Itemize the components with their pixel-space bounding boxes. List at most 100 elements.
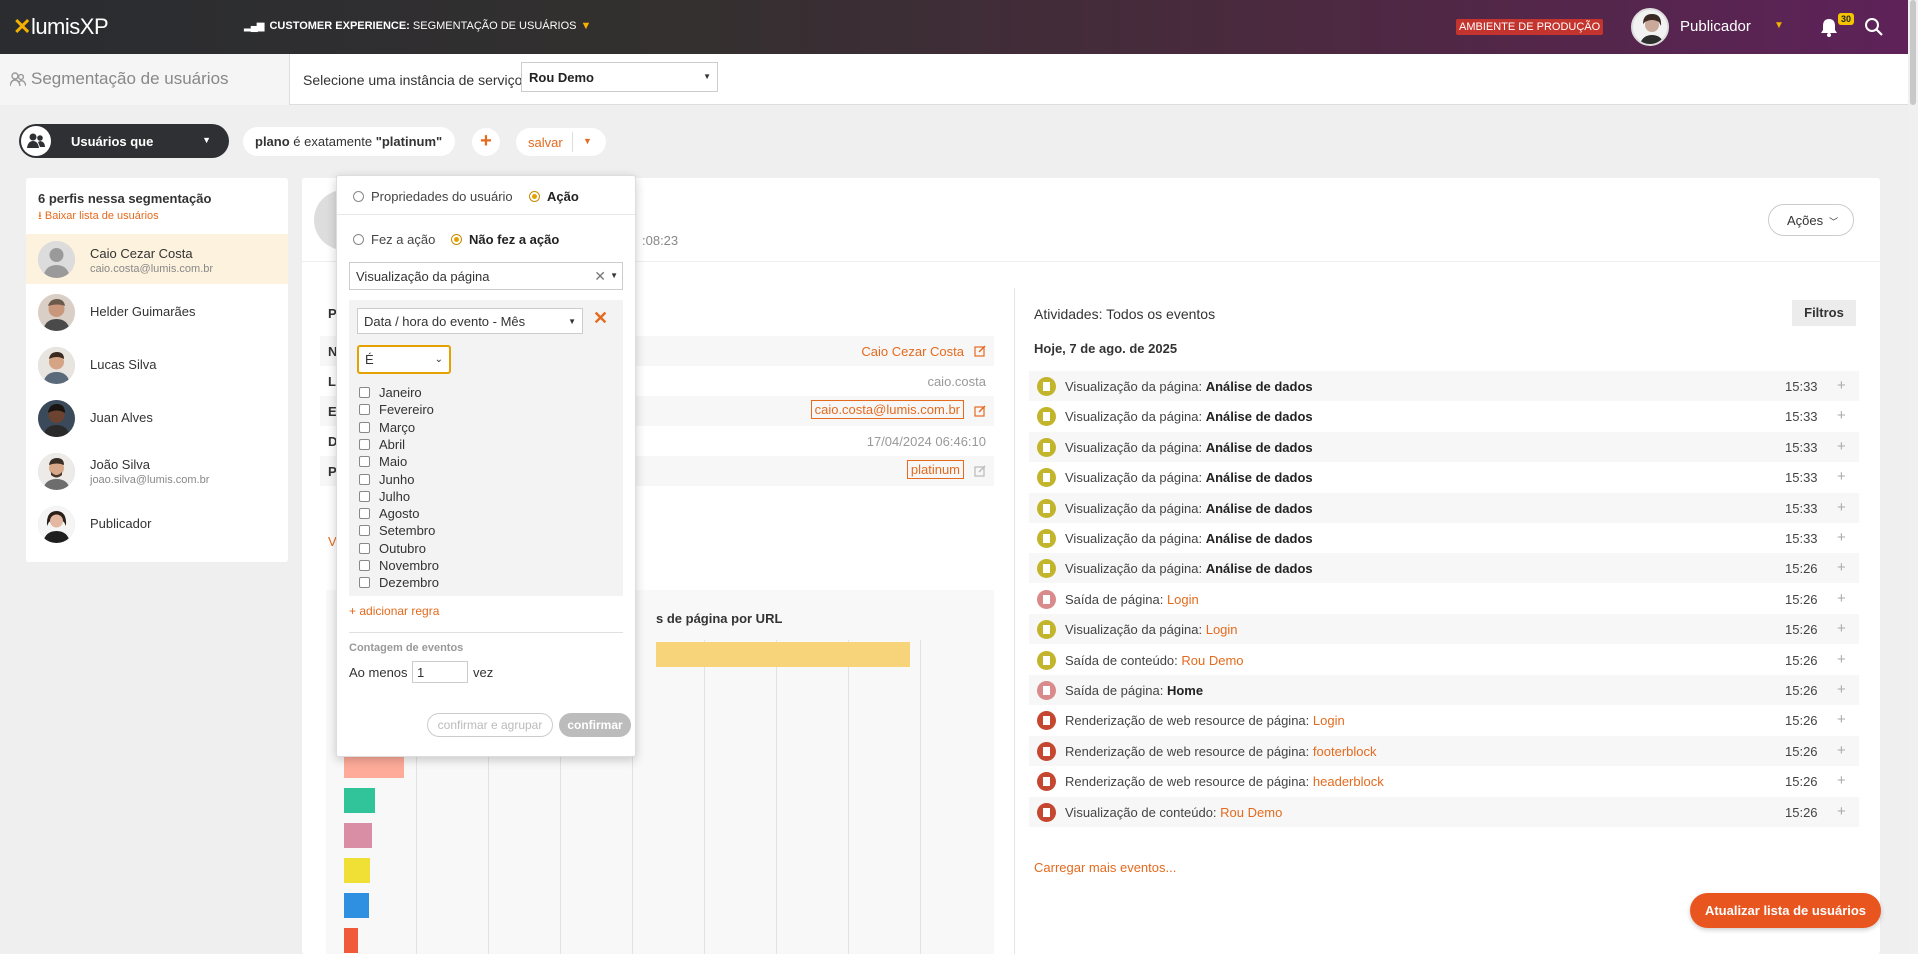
- users-who-dropdown[interactable]: Usuários que ▼: [19, 124, 229, 158]
- lumis-logo[interactable]: ✕lumisXP: [13, 14, 109, 40]
- save-options-caret-icon[interactable]: ▼: [583, 136, 592, 146]
- month-checkbox[interactable]: [359, 438, 370, 450]
- event-row[interactable]: Visualização da página: Análise de dados…: [1029, 492, 1859, 523]
- event-row[interactable]: Visualização da página: Análise de dados…: [1029, 371, 1859, 401]
- rule-pill[interactable]: plano é exatamente "platinum": [243, 127, 455, 156]
- not-did-action-label[interactable]: Não fez a ação: [469, 232, 559, 247]
- event-row[interactable]: Renderização de web resource de página: …: [1029, 705, 1859, 735]
- expand-event-icon[interactable]: +: [1837, 651, 1846, 668]
- month-checkbox[interactable]: [359, 560, 370, 571]
- user-list-item[interactable]: Publicador: [26, 499, 288, 549]
- did-action-radio[interactable]: [353, 234, 364, 245]
- did-action-label[interactable]: Fez a ação: [371, 232, 435, 247]
- event-field-select[interactable]: Data / hora do evento - Mês ▼: [357, 308, 583, 334]
- search-icon[interactable]: [1864, 17, 1884, 37]
- month-checkbox[interactable]: [359, 456, 370, 468]
- event-row[interactable]: Visualização da página: Análise de dados…: [1029, 462, 1859, 492]
- actions-button[interactable]: Ações ﹀: [1768, 204, 1854, 236]
- sub-header: Segmentação de usuários Selecione uma in…: [0, 54, 1908, 105]
- month-checkbox[interactable]: [359, 490, 370, 502]
- event-row[interactable]: Saída de página: Home 15:26 +: [1029, 675, 1859, 705]
- edit-icon[interactable]: [974, 405, 986, 417]
- event-row[interactable]: Visualização da página: Análise de dados…: [1029, 523, 1859, 553]
- clear-icon[interactable]: ✕: [594, 268, 606, 285]
- not-did-action-radio[interactable]: [451, 234, 462, 245]
- month-checkbox[interactable]: [359, 542, 370, 554]
- event-row[interactable]: Visualização da página: Login 15:26 +: [1029, 614, 1859, 645]
- breadcrumb-caret-icon[interactable]: ▼: [581, 20, 592, 32]
- user-name: Lucas Silva: [90, 357, 157, 372]
- add-rule-button[interactable]: +: [472, 128, 500, 156]
- expand-event-icon[interactable]: +: [1837, 499, 1846, 516]
- expand-event-icon[interactable]: +: [1837, 468, 1846, 485]
- add-rule-link[interactable]: + adicionar regra: [349, 604, 439, 618]
- month-label: Novembro: [379, 558, 439, 573]
- event-row[interactable]: Saída de conteúdo: Rou Demo 15:26 +: [1029, 645, 1859, 675]
- month-checkbox[interactable]: [359, 404, 370, 416]
- bell-icon[interactable]: [1818, 16, 1840, 38]
- save-button[interactable]: salvar: [528, 135, 563, 150]
- event-row[interactable]: Renderização de web resource de página: …: [1029, 735, 1859, 766]
- event-description: Visualização da página: Análise de dados: [1065, 439, 1313, 455]
- profiles-panel: 6 perfis nessa segmentação ⭳ Baixar list…: [26, 178, 288, 562]
- month-checkbox[interactable]: [359, 525, 370, 537]
- action-radio[interactable]: [529, 191, 540, 202]
- operator-select[interactable]: É ⌄: [357, 345, 451, 374]
- user-name[interactable]: Publicador: [1680, 18, 1751, 35]
- event-row[interactable]: Visualização da página: Análise de dados…: [1029, 553, 1859, 584]
- page-scrollbar[interactable]: [1908, 0, 1918, 954]
- load-more-events-link[interactable]: Carregar mais eventos...: [1034, 860, 1176, 875]
- event-count-input[interactable]: [412, 661, 468, 683]
- user-properties-radio[interactable]: [353, 191, 364, 202]
- update-users-list-button[interactable]: Atualizar lista de usuários: [1690, 893, 1881, 928]
- expand-event-icon[interactable]: +: [1837, 529, 1846, 546]
- event-row[interactable]: Renderização de web resource de página: …: [1029, 766, 1859, 796]
- user-avatar[interactable]: [1631, 8, 1669, 46]
- month-checkbox[interactable]: [359, 473, 370, 485]
- scrollbar-thumb[interactable]: [1910, 0, 1916, 105]
- remove-condition-icon[interactable]: ✕: [593, 308, 608, 329]
- month-checkbox[interactable]: [359, 387, 370, 398]
- expand-event-icon[interactable]: +: [1837, 742, 1846, 759]
- edit-icon[interactable]: [974, 345, 986, 357]
- expand-event-icon[interactable]: +: [1837, 407, 1846, 424]
- expand-event-icon[interactable]: +: [1837, 438, 1846, 455]
- expand-event-icon[interactable]: +: [1837, 620, 1846, 637]
- month-checkbox[interactable]: [359, 577, 370, 589]
- expand-event-icon[interactable]: +: [1837, 772, 1846, 789]
- month-checkbox[interactable]: [359, 421, 370, 433]
- user-list-item[interactable]: Helder Guimarães: [26, 287, 288, 337]
- event-row[interactable]: Saída de página: Login 15:26 +: [1029, 584, 1859, 614]
- confirm-button[interactable]: confirmar: [559, 713, 631, 737]
- event-row[interactable]: Visualização de conteúdo: Rou Demo 15:26 +: [1029, 796, 1859, 827]
- action-label[interactable]: Ação: [547, 189, 579, 204]
- user-properties-label[interactable]: Propriedades do usuário: [371, 189, 513, 204]
- event-row[interactable]: Visualização da página: Análise de dados…: [1029, 431, 1859, 462]
- action-type-select[interactable]: Visualização da página ✕ ▼: [349, 262, 623, 290]
- download-users-link[interactable]: ⭳ Baixar lista de usuários: [38, 207, 159, 226]
- event-type-icon: [1037, 559, 1056, 579]
- user-list-item[interactable]: Caio Cezar Costa caio.costa@lumis.com.br: [26, 234, 288, 284]
- user-list-item[interactable]: Juan Alves: [26, 393, 288, 443]
- expand-event-icon[interactable]: +: [1837, 711, 1846, 728]
- chevron-down-icon: ▼: [703, 72, 711, 81]
- expand-event-icon[interactable]: +: [1837, 681, 1846, 698]
- user-list-item[interactable]: João Silva joao.silva@lumis.com.br: [26, 446, 288, 496]
- event-row[interactable]: Visualização da página: Análise de dados…: [1029, 401, 1859, 431]
- user-name: Juan Alves: [90, 410, 153, 425]
- breadcrumb[interactable]: ▂▄▆ CUSTOMER EXPERIENCE: SEGMENTAÇÃO DE U…: [244, 20, 591, 32]
- expand-event-icon[interactable]: +: [1837, 559, 1846, 576]
- month-label: Outubro: [379, 540, 426, 556]
- expand-event-icon[interactable]: +: [1837, 590, 1846, 607]
- filters-button[interactable]: Filtros: [1792, 300, 1856, 326]
- chevron-down-icon: ⌄: [434, 354, 443, 365]
- user-list-item[interactable]: Lucas Silva: [26, 340, 288, 390]
- expand-event-icon[interactable]: +: [1837, 377, 1846, 394]
- month-checkbox[interactable]: [359, 508, 370, 520]
- save-split-button[interactable]: salvar ▼: [516, 128, 606, 156]
- edit-icon[interactable]: [974, 465, 986, 477]
- expand-event-icon[interactable]: +: [1837, 803, 1846, 820]
- user-menu-caret-icon[interactable]: ▼: [1774, 20, 1784, 31]
- confirm-and-group-button[interactable]: confirmar e agrupar: [427, 713, 553, 737]
- instance-select[interactable]: Rou Demo ▼: [521, 62, 718, 92]
